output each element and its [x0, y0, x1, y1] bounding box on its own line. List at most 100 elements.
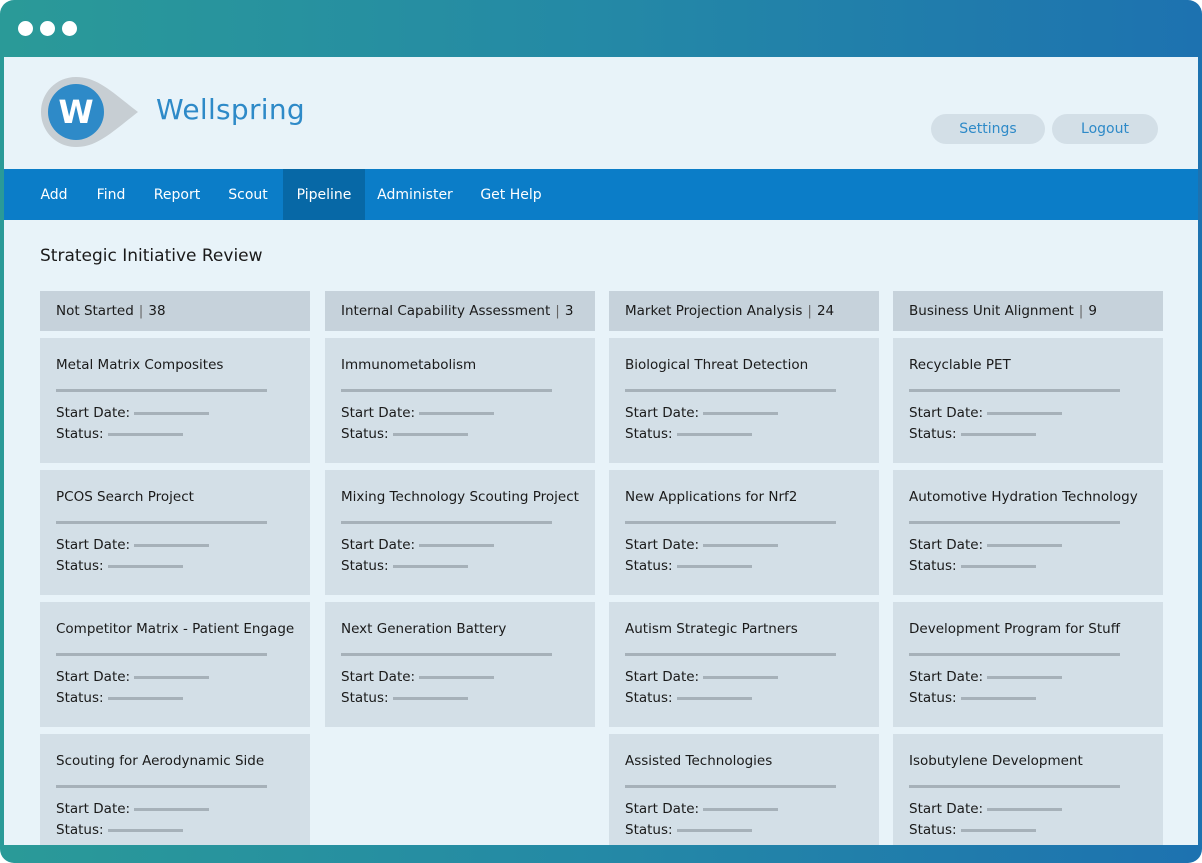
start-date-field: Start Date: — [56, 405, 209, 421]
pipeline-column: Business Unit Alignment|9 Recyclable PET… — [893, 291, 1163, 845]
nav-item-report[interactable]: Report — [140, 169, 214, 220]
status-value-placeholder — [677, 565, 752, 568]
nav-item-scout[interactable]: Scout — [214, 169, 282, 220]
column-header[interactable]: Internal Capability Assessment|3 — [325, 291, 595, 331]
status-label: Status: — [625, 426, 673, 442]
status-label: Status: — [341, 690, 389, 706]
column-name: Not Started — [56, 303, 134, 319]
pipeline-column: Market Projection Analysis|24 Biological… — [609, 291, 879, 845]
pipeline-column: Internal Capability Assessment|3 Immunom… — [325, 291, 595, 727]
card-title[interactable]: Recyclable PET — [909, 357, 1011, 373]
start-date-label: Start Date: — [909, 405, 983, 421]
status-value-placeholder — [961, 829, 1036, 832]
start-date-value-placeholder — [134, 676, 209, 679]
start-date-label: Start Date: — [909, 801, 983, 817]
initiative-card[interactable]: Recyclable PET Start Date: Status: — [893, 338, 1163, 463]
initiative-card[interactable]: Immunometabolism Start Date: Status: — [325, 338, 595, 463]
start-date-value-placeholder — [419, 676, 494, 679]
status-value-placeholder — [108, 829, 183, 832]
initiative-card[interactable]: Scouting for Aerodynamic Side Start Date… — [40, 734, 310, 845]
column-separator: | — [1079, 303, 1084, 319]
status-field: Status: — [625, 690, 752, 706]
card-divider — [56, 389, 267, 392]
card-title[interactable]: Isobutylene Development — [909, 753, 1083, 769]
start-date-label: Start Date: — [56, 405, 130, 421]
start-date-field: Start Date: — [56, 537, 209, 553]
start-date-label: Start Date: — [625, 537, 699, 553]
nav-item-find[interactable]: Find — [82, 169, 140, 220]
nav-item-administer[interactable]: Administer — [365, 169, 465, 220]
card-title[interactable]: New Applications for Nrf2 — [625, 489, 797, 505]
card-title[interactable]: Development Program for Stuff — [909, 621, 1120, 637]
column-header[interactable]: Market Projection Analysis|24 — [609, 291, 879, 331]
status-label: Status: — [56, 426, 104, 442]
card-divider — [341, 389, 552, 392]
status-label: Status: — [909, 822, 957, 838]
column-count: 24 — [817, 303, 834, 319]
card-title[interactable]: PCOS Search Project — [56, 489, 194, 505]
start-date-field: Start Date: — [909, 405, 1062, 421]
nav-item-pipeline[interactable]: Pipeline — [283, 169, 365, 220]
initiative-card[interactable]: Mixing Technology Scouting Project Start… — [325, 470, 595, 595]
card-title[interactable]: Metal Matrix Composites — [56, 357, 223, 373]
start-date-field: Start Date: — [625, 669, 778, 685]
start-date-label: Start Date: — [625, 801, 699, 817]
status-value-placeholder — [393, 565, 468, 568]
status-field: Status: — [909, 822, 1036, 838]
initiative-card[interactable]: Next Generation Battery Start Date: Stat… — [325, 602, 595, 727]
column-count: 38 — [148, 303, 165, 319]
card-title[interactable]: Scouting for Aerodynamic Side — [56, 753, 264, 769]
initiative-card[interactable]: Isobutylene Development Start Date: Stat… — [893, 734, 1163, 845]
status-label: Status: — [56, 558, 104, 574]
initiative-card[interactable]: PCOS Search Project Start Date: Status: — [40, 470, 310, 595]
initiative-card[interactable]: Assisted Technologies Start Date: Status… — [609, 734, 879, 845]
card-title[interactable]: Assisted Technologies — [625, 753, 772, 769]
logout-button[interactable]: Logout — [1052, 114, 1158, 144]
card-title[interactable]: Automotive Hydration Technology — [909, 489, 1138, 505]
card-title[interactable]: Immunometabolism — [341, 357, 476, 373]
card-title[interactable]: Competitor Matrix - Patient Engage — [56, 621, 294, 637]
nav-item-add[interactable]: Add — [26, 169, 82, 220]
status-label: Status: — [625, 558, 673, 574]
status-field: Status: — [909, 558, 1036, 574]
nav-item-get-help[interactable]: Get Help — [465, 169, 557, 220]
initiative-card[interactable]: Biological Threat Detection Start Date: … — [609, 338, 879, 463]
column-header[interactable]: Not Started |38 — [40, 291, 310, 331]
browser-window: W Wellspring Settings Logout Add Find Re… — [0, 0, 1202, 863]
status-value-placeholder — [677, 433, 752, 436]
card-title[interactable]: Mixing Technology Scouting Project — [341, 489, 579, 505]
start-date-field: Start Date: — [56, 669, 209, 685]
status-value-placeholder — [677, 697, 752, 700]
initiative-card[interactable]: Competitor Matrix - Patient Engage Start… — [40, 602, 310, 727]
card-title[interactable]: Biological Threat Detection — [625, 357, 808, 373]
initiative-card[interactable]: Automotive Hydration Technology Start Da… — [893, 470, 1163, 595]
card-title[interactable]: Autism Strategic Partners — [625, 621, 798, 637]
status-label: Status: — [341, 558, 389, 574]
status-field: Status: — [56, 822, 183, 838]
card-title[interactable]: Next Generation Battery — [341, 621, 506, 637]
card-divider — [909, 521, 1120, 524]
start-date-value-placeholder — [987, 676, 1062, 679]
status-value-placeholder — [677, 829, 752, 832]
start-date-value-placeholder — [703, 412, 778, 415]
initiative-card[interactable]: Development Program for Stuff Start Date… — [893, 602, 1163, 727]
card-divider — [625, 785, 836, 788]
app-content: W Wellspring Settings Logout Add Find Re… — [4, 57, 1198, 845]
column-separator: | — [139, 303, 144, 319]
start-date-label: Start Date: — [341, 537, 415, 553]
initiative-card[interactable]: Metal Matrix Composites Start Date: Stat… — [40, 338, 310, 463]
initiative-card[interactable]: Autism Strategic Partners Start Date: St… — [609, 602, 879, 727]
start-date-value-placeholder — [703, 808, 778, 811]
wellspring-drop-logo-icon[interactable]: W — [39, 75, 139, 149]
start-date-field: Start Date: — [909, 801, 1062, 817]
start-date-field: Start Date: — [341, 405, 494, 421]
initiative-card[interactable]: New Applications for Nrf2 Start Date: St… — [609, 470, 879, 595]
status-field: Status: — [56, 426, 183, 442]
start-date-value-placeholder — [987, 808, 1062, 811]
settings-button[interactable]: Settings — [931, 114, 1045, 144]
start-date-value-placeholder — [703, 676, 778, 679]
brand-name[interactable]: Wellspring — [156, 93, 305, 126]
column-header[interactable]: Business Unit Alignment|9 — [893, 291, 1163, 331]
start-date-value-placeholder — [419, 412, 494, 415]
logo-letter: W — [58, 93, 93, 131]
